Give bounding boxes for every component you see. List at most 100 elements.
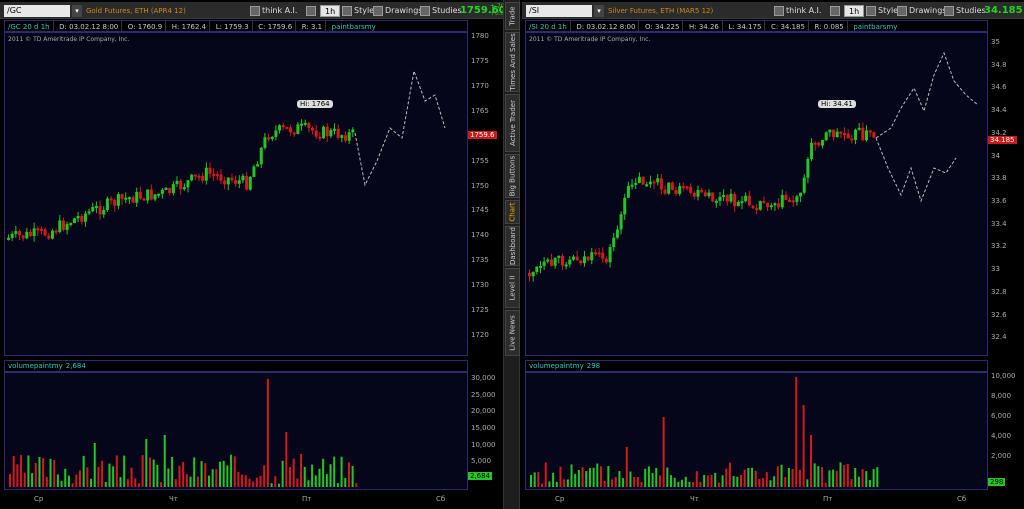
volume-bar — [552, 472, 555, 487]
volume-bar — [152, 459, 155, 487]
instrument-description: Gold Futures, ETH (APR4 12) — [86, 7, 186, 15]
candle-body — [828, 129, 832, 133]
price-tick-label: 33.2 — [991, 242, 1007, 251]
volume-bar — [688, 481, 691, 487]
info-study[interactable]: paintbarsmy — [332, 23, 376, 31]
candle-body — [681, 186, 685, 189]
volume-bar — [699, 481, 702, 487]
volume-chart[interactable] — [4, 372, 468, 490]
candle-body — [865, 130, 869, 141]
candle-body — [780, 194, 784, 208]
style-button[interactable]: Style — [866, 5, 898, 17]
candle-body — [535, 266, 539, 273]
price-chart[interactable]: 2011 © TD Ameritrade IP Company, Inc. Hi… — [4, 32, 468, 356]
studies-button[interactable]: Studies — [944, 5, 986, 17]
interval-prev-button[interactable] — [306, 5, 318, 17]
candle-body — [597, 252, 601, 255]
candle-body — [58, 220, 62, 233]
candle-body — [256, 164, 260, 167]
candle-body — [773, 203, 777, 206]
candle-body — [259, 147, 263, 165]
volume-bar — [182, 462, 185, 487]
volume-bar — [101, 460, 104, 487]
candle-body — [25, 231, 29, 239]
price-tick-label: 1745 — [471, 206, 489, 215]
volume-bars — [530, 377, 879, 487]
think-ai-button[interactable]: think A.I. — [774, 5, 821, 17]
volume-bar — [248, 478, 251, 487]
volume-bar — [577, 470, 580, 487]
volume-bar — [23, 472, 26, 487]
side-tab-times-and-sales[interactable]: Times And Sales — [506, 32, 519, 92]
volume-bar — [570, 464, 573, 487]
candle-body — [83, 213, 87, 222]
volume-bar — [230, 454, 233, 487]
candle-body — [142, 198, 146, 201]
candle-body — [641, 176, 645, 185]
volume-axis[interactable]: 30,000 25,000 20,000 15,000 10,000 5,000 2,684 — [468, 372, 502, 490]
side-tab-live-news[interactable]: Live News — [506, 310, 519, 356]
candle-body — [248, 176, 252, 190]
drawings-button[interactable]: Drawings — [373, 5, 422, 17]
info-study[interactable]: paintbarsmy — [853, 23, 897, 31]
volume-bar — [717, 482, 720, 487]
candle-body — [601, 252, 605, 259]
time-axis[interactable]: Ср Чт Пт Сб — [4, 495, 468, 507]
side-tab-active-trader[interactable]: Active Trader — [506, 94, 519, 152]
candle-body — [164, 187, 168, 190]
studies-button[interactable]: Studies — [420, 5, 462, 17]
candle-body — [557, 255, 561, 258]
volume-bar — [137, 483, 140, 487]
volume-bar — [38, 457, 41, 487]
volume-bar — [684, 476, 687, 487]
side-tab-big-buttons[interactable]: Big Buttons — [506, 154, 519, 198]
volume-bar — [211, 469, 214, 487]
candle-body — [850, 138, 854, 141]
volume-study-label[interactable]: volumepaintmy — [8, 362, 63, 370]
volume-bar — [126, 479, 129, 487]
think-ai-label: think A.I. — [786, 6, 822, 15]
time-axis[interactable]: Ср Чт Пт Сб — [525, 495, 988, 507]
projection-path — [875, 137, 957, 203]
side-tab-chart[interactable]: Chart — [506, 200, 519, 224]
style-button[interactable]: Style — [342, 5, 374, 17]
chart-toolbar: /SI ▾ Silver Futures, ETH (MAR5 12) thin… — [522, 2, 1024, 19]
volume-bar — [592, 467, 595, 487]
interval-selector[interactable]: 1h — [844, 5, 865, 17]
volume-bar — [20, 455, 23, 487]
symbol-dropdown-button[interactable]: ▾ — [72, 5, 82, 17]
drawings-button[interactable]: Drawings — [897, 5, 946, 17]
think-ai-button[interactable]: think A.I. — [250, 5, 297, 17]
volume-bar — [86, 467, 89, 487]
volume-bar — [185, 474, 188, 487]
symbol-dropdown-button[interactable]: ▾ — [594, 5, 604, 17]
candle-body — [292, 132, 296, 135]
price-chart[interactable]: 2011 © TD Ameritrade IP Company, Inc. Hi… — [525, 32, 988, 356]
volume-bar — [832, 469, 835, 487]
volume-bar — [237, 471, 240, 487]
volume-bar — [322, 458, 325, 487]
candle-body — [663, 189, 667, 194]
volume-bar — [868, 479, 871, 487]
volume-bar — [611, 479, 614, 487]
price-axis[interactable]: 1780177517701765176017551750174517401735… — [468, 32, 502, 356]
symbol-input[interactable]: /GC — [4, 5, 70, 17]
price-tick-label: 34.4 — [991, 106, 1007, 115]
candle-body — [230, 177, 234, 181]
side-tab-trade[interactable]: Trade — [506, 2, 519, 30]
candle-body — [791, 200, 795, 203]
interval-prev-button[interactable] — [830, 5, 842, 17]
side-tab-level-ii[interactable]: Level II — [506, 268, 519, 308]
volume-chart[interactable] — [525, 372, 988, 490]
candle-body — [689, 186, 693, 193]
candle-body — [237, 180, 241, 184]
studies-label: Studies — [432, 6, 462, 15]
volume-axis[interactable]: 10,000 8,000 6,000 4,000 2,000 298 — [988, 372, 1022, 490]
volume-bar — [725, 468, 728, 487]
volume-study-label[interactable]: volumepaintmy — [529, 362, 584, 370]
side-tab-dashboard[interactable]: Dashboard — [506, 226, 519, 266]
volume-tick-label: 4,000 — [991, 432, 1012, 440]
price-axis[interactable]: 35 34.8 34.6 34.4 34.2 34 33.8 33.6 33.4 33.2 33 32… — [988, 32, 1022, 356]
symbol-input[interactable]: /SI — [526, 5, 592, 17]
interval-selector[interactable]: 1h — [320, 5, 341, 17]
